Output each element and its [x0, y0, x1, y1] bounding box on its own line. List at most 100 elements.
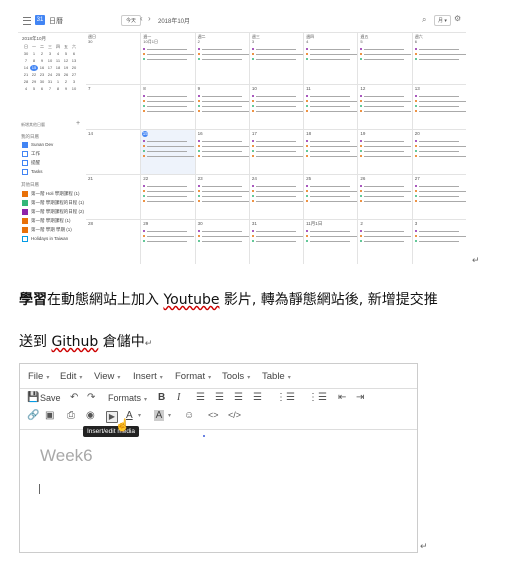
calendar-event[interactable]	[306, 94, 357, 98]
day-cell[interactable]: 2	[357, 219, 412, 264]
mini-day[interactable]: 28	[22, 79, 30, 85]
calendar-event[interactable]	[306, 184, 357, 188]
day-cell[interactable]: 28	[86, 219, 141, 264]
calendar-event[interactable]	[251, 57, 303, 61]
day-cell[interactable]: 週四 4	[303, 32, 358, 84]
mini-day[interactable]: 8	[30, 58, 38, 64]
calendar-item[interactable]: 第一階 學期課程的日程 (1)	[22, 200, 84, 207]
calendar-event[interactable]	[306, 229, 357, 233]
calendar-event[interactable]	[306, 47, 357, 51]
calendar-event[interactable]	[251, 139, 303, 143]
view-selector[interactable]: 月 ▾	[434, 15, 451, 26]
mini-day[interactable]: 18	[54, 65, 62, 71]
caret-down-icon[interactable]: ▾	[138, 412, 141, 419]
calendar-event[interactable]	[306, 199, 358, 203]
day-cell[interactable]: 22	[140, 174, 195, 219]
calendar-item[interactable]: 第一階 學期課程 (1)	[22, 218, 71, 225]
calendar-event[interactable]	[143, 229, 194, 233]
mini-day[interactable]: 4	[22, 86, 30, 92]
mini-day[interactable]: 1	[30, 51, 38, 57]
calendar-event[interactable]	[251, 184, 303, 188]
calendar-event[interactable]	[143, 234, 195, 238]
menu-table[interactable]: Table ▾	[262, 371, 291, 382]
calendar-event[interactable]	[306, 99, 358, 103]
calendar-event[interactable]	[306, 57, 357, 61]
emoticons-icon[interactable]: ☺	[184, 410, 194, 421]
calendar-item[interactable]: 第一階 學期 學期 (1)	[22, 227, 72, 234]
source-code-icon[interactable]: </>	[228, 410, 241, 420]
preview-icon[interactable]: ◉	[86, 410, 95, 421]
mini-day[interactable]: 15	[30, 65, 38, 71]
calendar-event[interactable]	[414, 234, 466, 238]
calendar-event[interactable]	[360, 229, 411, 233]
day-cell[interactable]: 30	[194, 219, 249, 264]
day-cell[interactable]: 25	[303, 174, 358, 219]
calendar-event[interactable]	[197, 99, 249, 103]
calendar-event[interactable]	[306, 52, 358, 56]
mini-day[interactable]: 29	[30, 79, 38, 85]
calendar-event[interactable]	[414, 57, 466, 61]
calendar-event[interactable]	[414, 189, 466, 193]
calendar-event[interactable]	[306, 154, 358, 158]
calendar-event[interactable]	[414, 94, 466, 98]
day-cell[interactable]: 11月1日	[303, 219, 358, 264]
calendar-event[interactable]	[197, 109, 249, 113]
calendar-event[interactable]	[306, 149, 357, 153]
calendar-event[interactable]	[360, 194, 411, 198]
align-right-icon[interactable]: ☰	[234, 392, 243, 403]
mini-day[interactable]: 19	[62, 65, 70, 71]
mini-day[interactable]: 6	[70, 51, 78, 57]
calendar-event[interactable]	[143, 149, 194, 153]
calendar-item[interactable]: 提醒	[22, 160, 40, 167]
add-calendar-field[interactable]: 新增其他日曆	[21, 122, 81, 128]
calendar-item[interactable]: Sunan Dev	[22, 142, 53, 149]
calendar-event[interactable]	[414, 149, 466, 153]
menu-icon[interactable]	[23, 17, 31, 25]
calendar-event[interactable]	[197, 154, 249, 158]
calendar-event[interactable]	[414, 194, 466, 198]
calendar-event[interactable]	[360, 189, 412, 193]
day-cell[interactable]: 14	[86, 129, 141, 174]
calendar-event[interactable]	[306, 234, 358, 238]
mini-day[interactable]: 3	[46, 51, 54, 57]
calendar-event[interactable]	[360, 234, 412, 238]
mini-day[interactable]: 5	[62, 51, 70, 57]
today-button[interactable]: 今天	[121, 15, 142, 26]
day-cell[interactable]: 27	[411, 174, 466, 219]
add-calendar-plus-icon[interactable]: +	[76, 120, 80, 127]
calendar-event[interactable]	[251, 144, 303, 148]
calendar-event[interactable]	[197, 229, 249, 233]
indent-icon[interactable]: ⇥	[356, 392, 364, 403]
image-icon[interactable]: ▣	[45, 410, 54, 421]
search-icon[interactable]: ⌕	[422, 15, 426, 25]
calendar-event[interactable]	[414, 52, 466, 56]
day-cell[interactable]: 10	[248, 84, 304, 129]
calendar-event[interactable]	[360, 47, 411, 51]
calendar-event[interactable]	[360, 139, 411, 143]
mini-day[interactable]: 26	[62, 72, 70, 78]
mini-day[interactable]: 27	[70, 72, 78, 78]
calendar-event[interactable]	[360, 52, 412, 56]
day-cell[interactable]: 週二 2	[194, 32, 249, 84]
day-cell[interactable]: 17	[248, 129, 304, 174]
mini-day[interactable]: 12	[62, 58, 70, 64]
calendar-event[interactable]	[251, 47, 303, 51]
outdent-icon[interactable]: ⇤	[338, 392, 346, 403]
day-cell[interactable]: 23	[194, 174, 249, 219]
day-cell[interactable]: 19	[357, 129, 412, 174]
next-month-icon[interactable]: ›	[148, 14, 151, 23]
calendar-event[interactable]	[143, 99, 195, 103]
mini-day[interactable]: 10	[46, 58, 54, 64]
calendar-event[interactable]	[414, 239, 466, 243]
calendar-event[interactable]	[251, 239, 303, 243]
mini-day[interactable]: 11	[54, 58, 62, 64]
calendar-event[interactable]	[197, 199, 249, 203]
calendar-event[interactable]	[306, 194, 357, 198]
calendar-event[interactable]	[360, 199, 412, 203]
calendar-event[interactable]	[251, 109, 303, 113]
day-cell[interactable]: 11	[303, 84, 358, 129]
calendar-item[interactable]: 第一階 學期課程的日程 (2)	[22, 209, 84, 216]
calendar-event[interactable]	[306, 104, 357, 108]
calendar-event[interactable]	[360, 144, 412, 148]
calendar-event[interactable]	[251, 149, 303, 153]
